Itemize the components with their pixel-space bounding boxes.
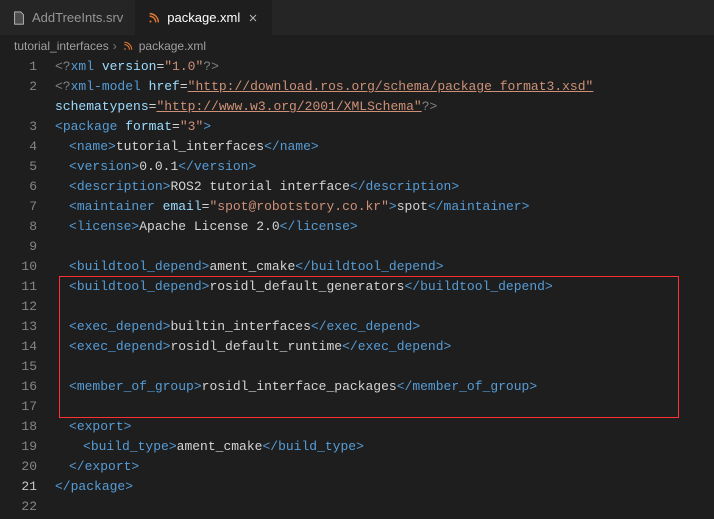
code-line[interactable]: <name>tutorial_interfaces</name> bbox=[55, 137, 714, 157]
code-line[interactable]: <export> bbox=[55, 417, 714, 437]
code-line[interactable] bbox=[55, 497, 714, 517]
xml-icon bbox=[121, 39, 135, 53]
code-line[interactable]: schematypens="http://www.w3.org/2001/XML… bbox=[55, 97, 714, 117]
tab-label: package.xml bbox=[167, 10, 240, 25]
code-line[interactable]: <description>ROS2 tutorial interface</de… bbox=[55, 177, 714, 197]
breadcrumb-item[interactable]: tutorial_interfaces bbox=[14, 39, 109, 53]
code-line[interactable]: <exec_depend>rosidl_default_runtime</exe… bbox=[55, 337, 714, 357]
tab-bar: AddTreeInts.srv package.xml bbox=[0, 0, 714, 35]
code-line[interactable]: <version>0.0.1</version> bbox=[55, 157, 714, 177]
xml-icon bbox=[147, 11, 161, 25]
code-line[interactable]: <member_of_group>rosidl_interface_packag… bbox=[55, 377, 714, 397]
code-line[interactable]: <package format="3"> bbox=[55, 117, 714, 137]
code-line[interactable]: <?xml version="1.0"?> bbox=[55, 57, 714, 77]
code-line[interactable]: <buildtool_depend>ament_cmake</buildtool… bbox=[55, 257, 714, 277]
code-line[interactable] bbox=[55, 357, 714, 377]
tab-addtreeints[interactable]: AddTreeInts.srv bbox=[0, 0, 135, 35]
code-line[interactable]: <?xml-model href="http://download.ros.or… bbox=[55, 77, 714, 97]
code-line[interactable]: <license>Apache License 2.0</license> bbox=[55, 217, 714, 237]
code-area[interactable]: <?xml version="1.0"?> <?xml-model href="… bbox=[55, 57, 714, 517]
code-line[interactable]: </export> bbox=[55, 457, 714, 477]
code-line[interactable]: <build_type>ament_cmake</build_type> bbox=[55, 437, 714, 457]
tab-label: AddTreeInts.srv bbox=[32, 10, 123, 25]
code-line[interactable]: <maintainer email="spot@robotstory.co.kr… bbox=[55, 197, 714, 217]
line-number-gutter: 12345678910111213141516171819202122 bbox=[0, 57, 55, 517]
code-line[interactable]: </package> bbox=[55, 477, 714, 497]
tab-packagexml[interactable]: package.xml bbox=[135, 0, 272, 35]
code-line[interactable] bbox=[55, 397, 714, 417]
close-icon[interactable] bbox=[246, 11, 260, 25]
breadcrumb[interactable]: tutorial_interfaces › package.xml bbox=[0, 35, 714, 57]
file-icon bbox=[12, 11, 26, 25]
code-line[interactable] bbox=[55, 237, 714, 257]
code-line[interactable]: <exec_depend>builtin_interfaces</exec_de… bbox=[55, 317, 714, 337]
breadcrumb-item[interactable]: package.xml bbox=[139, 39, 206, 53]
chevron-right-icon: › bbox=[113, 39, 117, 53]
code-line[interactable]: <buildtool_depend>rosidl_default_generat… bbox=[55, 277, 714, 297]
editor[interactable]: 12345678910111213141516171819202122 <?xm… bbox=[0, 57, 714, 517]
code-line[interactable] bbox=[55, 297, 714, 317]
